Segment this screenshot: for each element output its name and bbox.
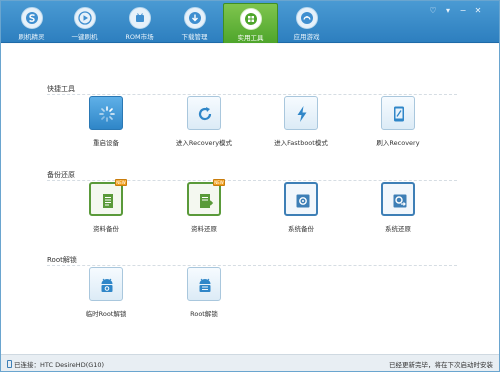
tool-label: 临时Root解锁	[85, 310, 127, 318]
enter-recovery-button[interactable]: 进入Recovery模式	[159, 96, 249, 154]
tool-label: 进入Fastboot模式	[274, 139, 328, 147]
close-icon[interactable]: ✕	[472, 5, 484, 16]
nav-tab-apps-games[interactable]: 应用游戏	[279, 3, 334, 43]
tool-label: 进入Recovery模式	[175, 139, 233, 147]
app-window: 刷机精灵 一键刷机 ROM市场 下载管理 实用工具 应用游戏 ♡ ▾ − ✕ 快…	[0, 0, 500, 372]
utilities-panel: 快捷工具 重启设备 进入Recovery模式 进入Fastboot模式 刷入Re…	[1, 44, 499, 354]
document-icon: NEW	[89, 179, 127, 216]
section-divider	[47, 180, 457, 181]
temp-root-button[interactable]: 临时Root解锁	[61, 267, 151, 325]
grid-icon	[239, 8, 262, 30]
rom-icon	[128, 7, 151, 29]
tool-label: 系统备份	[288, 225, 314, 233]
refresh-icon	[187, 96, 221, 130]
nav-tab-rom-market[interactable]: ROM市场	[112, 3, 167, 43]
tool-label: 系统还原	[385, 225, 411, 233]
download-icon	[183, 7, 206, 29]
spinner-icon	[89, 96, 123, 130]
system-backup-icon	[284, 182, 318, 216]
feedback-icon[interactable]: ♡	[427, 5, 439, 16]
tool-label: 重启设备	[93, 139, 119, 147]
data-backup-button[interactable]: NEW 资料备份	[61, 179, 151, 240]
section-divider	[47, 94, 457, 95]
nav-tab-label: 下载管理	[181, 33, 208, 41]
new-badge: NEW	[213, 179, 225, 186]
nav-tab-shuajijingling[interactable]: 刷机精灵	[4, 3, 59, 43]
flash-recovery-button[interactable]: 刷入Recovery	[353, 96, 443, 154]
minimize-icon[interactable]: −	[457, 5, 469, 16]
update-status: 已经更新完毕，将在下次启动时安装	[389, 361, 493, 369]
status-bar: 已连接：HTC DesireHD(G10) 已经更新完毕，将在下次启动时安装	[1, 354, 499, 371]
nav-tab-label: 实用工具	[237, 34, 264, 42]
tool-label: 资料备份	[93, 225, 119, 233]
phone-icon	[381, 96, 415, 130]
tool-label: Root解锁	[190, 310, 218, 318]
connection-status: 已连接：HTC DesireHD(G10)	[7, 359, 104, 369]
root-unlock-button[interactable]: Root解锁	[159, 267, 249, 325]
nav-tab-utilities[interactable]: 实用工具	[223, 3, 278, 43]
system-restore-button[interactable]: 系统还原	[353, 182, 443, 240]
play-icon	[73, 7, 96, 29]
document-restore-icon: NEW	[187, 179, 225, 216]
android-lock-icon	[89, 267, 123, 301]
nav-tab-label: 刷机精灵	[18, 33, 45, 41]
restart-device-button[interactable]: 重启设备	[61, 96, 151, 154]
top-nav-bar: 刷机精灵 一键刷机 ROM市场 下载管理 实用工具 应用游戏 ♡ ▾ − ✕	[1, 1, 499, 43]
android-unlock-icon	[187, 267, 221, 301]
device-icon	[7, 360, 12, 368]
nav-tab-one-click-flash[interactable]: 一键刷机	[57, 3, 112, 43]
lightning-icon	[284, 96, 318, 130]
enter-fastboot-button[interactable]: 进入Fastboot模式	[256, 96, 346, 154]
system-restore-icon	[381, 182, 415, 216]
game-icon	[295, 7, 318, 29]
section-divider	[47, 265, 457, 266]
nav-tab-label: ROM市场	[125, 33, 154, 41]
new-badge: NEW	[115, 179, 127, 186]
nav-tab-label: 一键刷机	[71, 33, 98, 41]
section-title-backup-restore: 备份还原	[47, 171, 75, 179]
nav-tab-label: 应用游戏	[293, 33, 320, 41]
menu-icon[interactable]: ▾	[442, 5, 454, 16]
nav-tab-download-manager[interactable]: 下载管理	[167, 3, 222, 43]
tool-label: 资料还原	[191, 225, 217, 233]
logo-s-icon	[20, 7, 43, 29]
section-title-root: Root解锁	[47, 256, 77, 264]
data-restore-button[interactable]: NEW 资料还原	[159, 179, 249, 240]
tool-label: 刷入Recovery	[376, 139, 420, 147]
section-title-quick-tools: 快捷工具	[47, 85, 75, 93]
connection-text: 已连接：HTC DesireHD(G10)	[14, 361, 105, 369]
system-backup-button[interactable]: 系统备份	[256, 182, 346, 240]
